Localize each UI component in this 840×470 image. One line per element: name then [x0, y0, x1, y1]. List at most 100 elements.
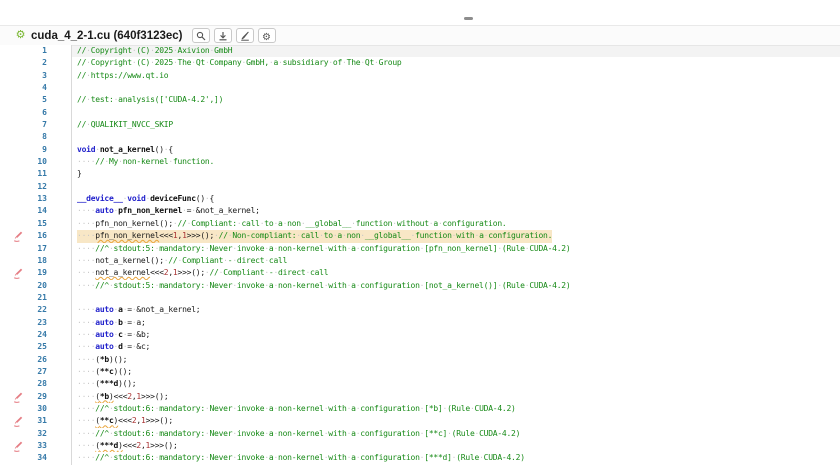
- line-number: 5: [30, 94, 71, 106]
- gutter: 10: [0, 156, 72, 168]
- marker-cell: [0, 255, 30, 267]
- line-number: 32: [30, 428, 71, 440]
- marker-cell: [0, 317, 30, 329]
- code-line-content: ····not_a_kernel();·//·Compliant·-·direc…: [72, 255, 840, 267]
- code-line-content: ····auto·b·=·a;: [72, 317, 840, 329]
- annotation-marker[interactable]: [0, 230, 30, 242]
- code-line: 8: [0, 131, 840, 143]
- marker-cell: [0, 366, 30, 378]
- code-line: 12: [0, 181, 840, 193]
- marker-cell: [0, 193, 30, 205]
- marker-cell: [0, 304, 30, 316]
- code-line-content: ····(***d)();: [72, 378, 840, 390]
- gutter: 2: [0, 57, 72, 69]
- marker-cell: [0, 243, 30, 255]
- code-line: 31····(**c)<<<2,1>>>();: [0, 415, 840, 427]
- gutter: 13: [0, 193, 72, 205]
- code-line-content: ····//^·stdout:6:·mandatory:·Never·invok…: [72, 403, 840, 415]
- code-line: 3//·https://www.qt.io: [0, 70, 840, 82]
- code-line: 5//·test:·analysis(['CUDA-4.2',]): [0, 94, 840, 106]
- gutter: 14: [0, 205, 72, 217]
- marker-cell: [0, 428, 30, 440]
- file-title: cuda_4_2-1.cu (640f3123ec): [31, 30, 183, 42]
- code-line: 2//·Copyright·(C)·2025·The·Qt·Company·Gm…: [0, 57, 840, 69]
- line-number: 6: [30, 107, 71, 119]
- settings-button[interactable]: ⚙: [258, 28, 276, 43]
- code-line: 26····(*b)();: [0, 354, 840, 366]
- search-button[interactable]: [192, 28, 210, 43]
- code-line: 23····auto·b·=·a;: [0, 317, 840, 329]
- gutter: 33: [0, 440, 72, 452]
- gutter: 30: [0, 403, 72, 415]
- annotation-pencil-icon: [12, 268, 24, 279]
- line-number: 16: [30, 230, 71, 242]
- code-line: 17····//^·stdout:5:·mandatory:·Never·inv…: [0, 243, 840, 255]
- line-number: 26: [30, 354, 71, 366]
- code-line: 20····//^·stdout:5:·mandatory:·Never·inv…: [0, 280, 840, 292]
- code-line-content: ····auto·d·=·&c;: [72, 341, 840, 353]
- window-dash: [464, 17, 473, 20]
- code-line: 7//·QUALIKIT_NVCC_SKIP: [0, 119, 840, 131]
- line-number: 27: [30, 366, 71, 378]
- line-number: 22: [30, 304, 71, 316]
- annotation-marker[interactable]: [0, 267, 30, 279]
- marker-cell: [0, 131, 30, 143]
- code-line: 16····pfn_non_kernel<<<1,1>>>();·//·Non-…: [0, 230, 840, 242]
- line-number: 23: [30, 317, 71, 329]
- edit-button[interactable]: [236, 28, 254, 43]
- line-number: 30: [30, 403, 71, 415]
- marker-cell: [0, 119, 30, 131]
- marker-cell: [0, 94, 30, 106]
- code-line: 4: [0, 82, 840, 94]
- code-line: 14····auto·pfn_non_kernel·=·&not_a_kerne…: [0, 205, 840, 217]
- line-number: 14: [30, 205, 71, 217]
- code-line-content: [72, 292, 840, 304]
- line-number: 21: [30, 292, 71, 304]
- line-number: 8: [30, 131, 71, 143]
- file-toolbar: ⚙: [192, 28, 276, 43]
- marker-cell: [0, 403, 30, 415]
- code-line: 24····auto·c·=·&b;: [0, 329, 840, 341]
- code-line-content: ····(***d)<<<2,1>>>();: [72, 440, 840, 452]
- line-number: 1: [30, 45, 71, 57]
- annotation-marker[interactable]: [0, 415, 30, 427]
- annotation-pencil-icon: [12, 416, 24, 427]
- annotation-marker[interactable]: [0, 391, 30, 403]
- code-line-content: ····auto·pfn_non_kernel·=·&not_a_kernel;: [72, 205, 840, 217]
- gutter: 20: [0, 280, 72, 292]
- gutter: 29: [0, 391, 72, 403]
- marker-cell: [0, 45, 30, 57]
- gutter: 32: [0, 428, 72, 440]
- gutter: 15: [0, 218, 72, 230]
- code-line-content: [72, 181, 840, 193]
- line-number: 29: [30, 391, 71, 403]
- line-number: 19: [30, 267, 71, 279]
- gutter: 3: [0, 70, 72, 82]
- marker-cell: [0, 181, 30, 193]
- gutter: 12: [0, 181, 72, 193]
- code-line-content: ····(**c)();: [72, 366, 840, 378]
- code-line: 19····not_a_kernel<<<2,1>>>();·//·Compli…: [0, 267, 840, 279]
- code-line: 21: [0, 292, 840, 304]
- line-number: 11: [30, 168, 71, 180]
- gutter: 21: [0, 292, 72, 304]
- code-line: 22····auto·a·=·&not_a_kernel;: [0, 304, 840, 316]
- annotation-marker[interactable]: [0, 440, 30, 452]
- code-line: 9void·not_a_kernel()·{: [0, 144, 840, 156]
- code-line-content: //·https://www.qt.io: [72, 70, 840, 82]
- line-number: 15: [30, 218, 71, 230]
- download-button[interactable]: [214, 28, 232, 43]
- marker-cell: [0, 341, 30, 353]
- search-icon: [196, 31, 206, 41]
- code-line-content: ····//^·stdout:6:·mandatory:·Never·invok…: [72, 452, 840, 464]
- code-line: 15····pfn_non_kernel();·//·Compliant:·ca…: [0, 218, 840, 230]
- gutter: 17: [0, 243, 72, 255]
- line-number: 24: [30, 329, 71, 341]
- marker-cell: [0, 280, 30, 292]
- line-number: 25: [30, 341, 71, 353]
- gutter: 8: [0, 131, 72, 143]
- file-header-bar: ⚙ cuda_4_2-1.cu (640f3123ec) ⚙: [0, 26, 840, 45]
- marker-cell: [0, 107, 30, 119]
- line-number: 31: [30, 415, 71, 427]
- annotation-pencil-icon: [12, 231, 24, 242]
